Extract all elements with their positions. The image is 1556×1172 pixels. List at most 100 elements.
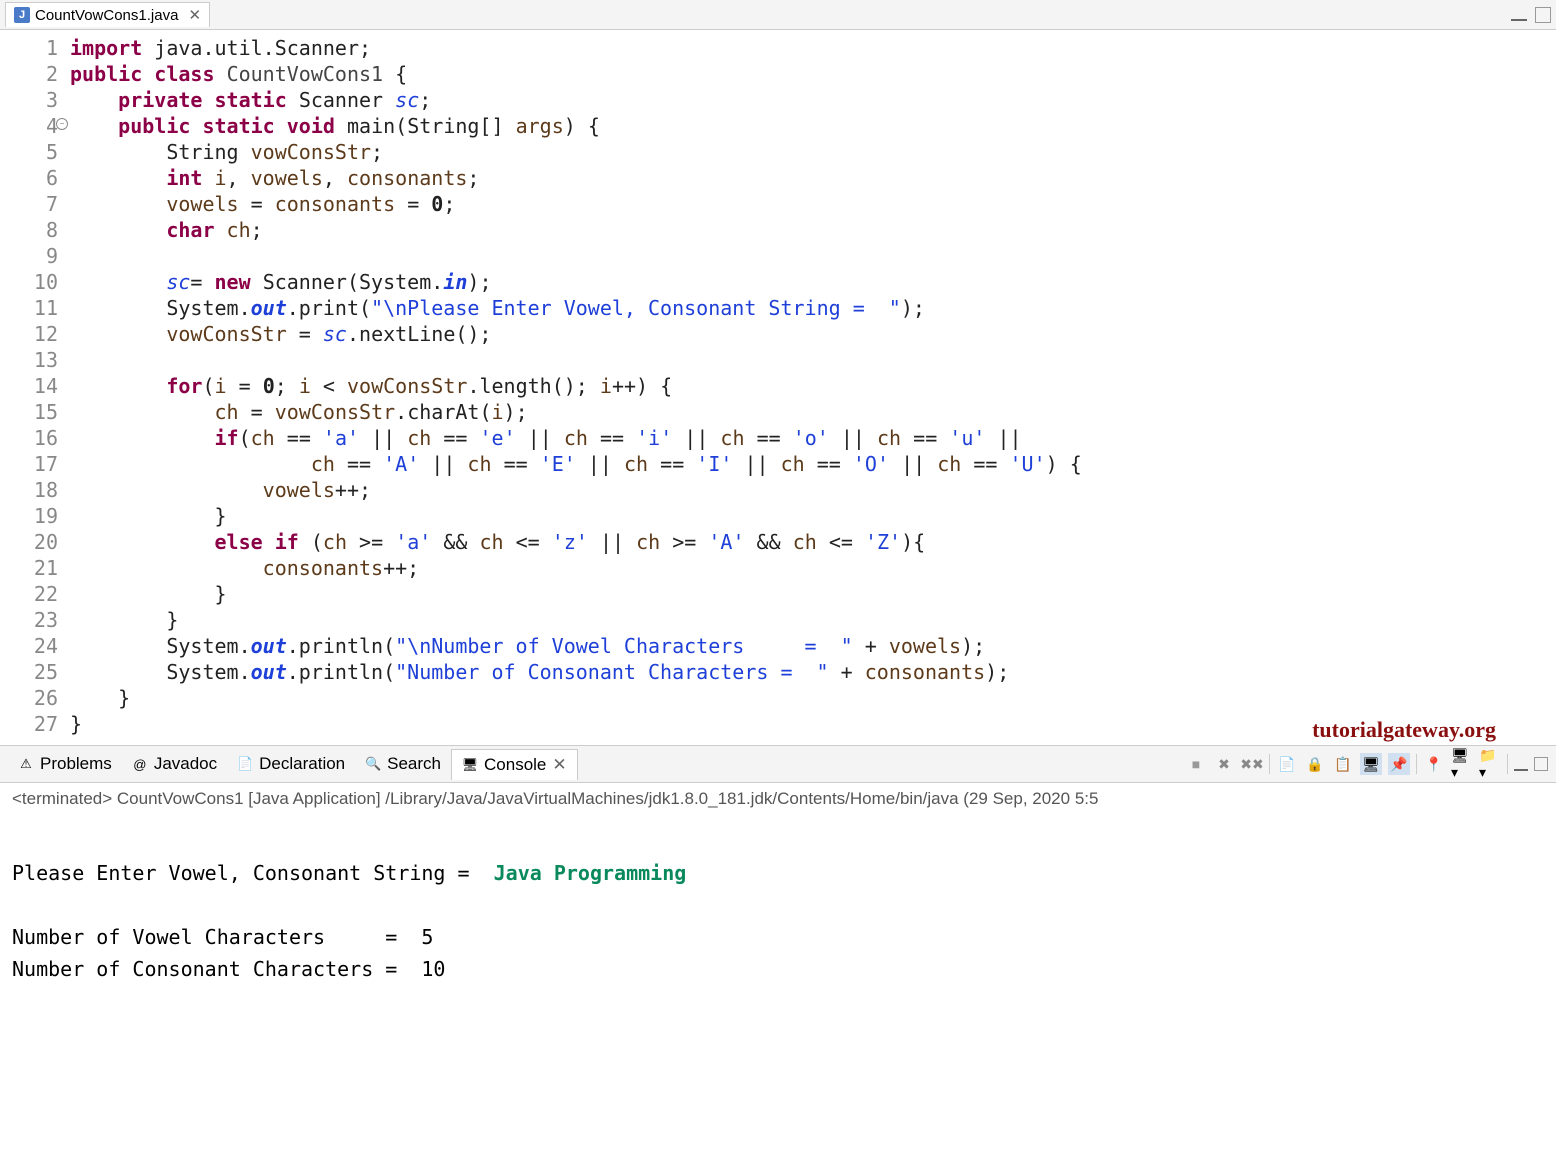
code-line[interactable]: vowels++; [70, 477, 1556, 503]
display-selected-icon[interactable]: 🖥 [1360, 753, 1382, 775]
code-line[interactable]: int i, vowels, consonants; [70, 165, 1556, 191]
line-number: 20 [0, 529, 58, 555]
line-number: 26 [0, 685, 58, 711]
line-number-gutter: 1234−56789101112131415161718192021222324… [0, 30, 70, 745]
line-number: 22 [0, 581, 58, 607]
code-line[interactable]: else if (ch >= 'a' && ch <= 'z' || ch >=… [70, 529, 1556, 555]
line-number: 7 [0, 191, 58, 217]
editor-tab[interactable]: J CountVowCons1.java ✕ [5, 2, 210, 27]
code-line[interactable]: System.out.println("Number of Consonant … [70, 659, 1556, 685]
code-line[interactable]: for(i = 0; i < vowConsStr.length(); i++)… [70, 373, 1556, 399]
editor-area: 1234−56789101112131415161718192021222324… [0, 30, 1556, 745]
clear-console-icon[interactable]: 📄 [1276, 753, 1298, 775]
code-line[interactable]: public class CountVowCons1 { [70, 61, 1556, 87]
line-number: 27 [0, 711, 58, 737]
line-number: 25 [0, 659, 58, 685]
code-line[interactable]: ch = vowConsStr.charAt(i); [70, 399, 1556, 425]
code-line[interactable]: public static void main(String[] args) { [70, 113, 1556, 139]
line-number: 12 [0, 321, 58, 347]
line-number: 15 [0, 399, 58, 425]
view-tab-label: Console [484, 755, 546, 775]
line-number: 9 [0, 243, 58, 269]
line-number: 14 [0, 373, 58, 399]
window-controls [1511, 7, 1551, 23]
code-line[interactable]: vowels = consonants = 0; [70, 191, 1556, 217]
pin-icon[interactable]: 📍 [1423, 753, 1445, 775]
view-tab-declaration[interactable]: 📄 Declaration [227, 749, 355, 779]
console-toolbar: ■ ✖ ✖✖ 📄 🔒 📋 🖥 📌 📍 🖥▾ 📁▾ [1185, 753, 1548, 775]
pin-console-icon[interactable]: 📌 [1388, 753, 1410, 775]
new-console-icon[interactable]: 📁▾ [1479, 753, 1501, 775]
view-tabs-bar: ⚠ Problems @ Javadoc 📄 Declaration 🔍 Search 🖥 Con… [0, 745, 1556, 783]
line-number: 11 [0, 295, 58, 321]
console-output[interactable]: Please Enter Vowel, Consonant String = J… [0, 815, 1556, 995]
scroll-lock-icon[interactable]: 🔒 [1304, 753, 1326, 775]
code-line[interactable]: ch == 'A' || ch == 'E' || ch == 'I' || c… [70, 451, 1556, 477]
code-line[interactable]: String vowConsStr; [70, 139, 1556, 165]
line-number: 21 [0, 555, 58, 581]
code-line[interactable]: } [70, 581, 1556, 607]
console-output-line: Number of Vowel Characters = 5 [12, 925, 433, 949]
code-line[interactable]: System.out.println("\nNumber of Vowel Ch… [70, 633, 1556, 659]
line-number: 19 [0, 503, 58, 529]
minimize-view-icon[interactable] [1514, 763, 1528, 771]
line-number: 18 [0, 477, 58, 503]
code-line[interactable]: sc= new Scanner(System.in); [70, 269, 1556, 295]
view-tab-problems[interactable]: ⚠ Problems [8, 749, 122, 779]
view-tab-label: Declaration [259, 754, 345, 774]
code-line[interactable]: System.out.print("\nPlease Enter Vowel, … [70, 295, 1556, 321]
line-number: 24 [0, 633, 58, 659]
view-tab-search[interactable]: 🔍 Search [355, 749, 451, 779]
view-tab-label: Javadoc [154, 754, 217, 774]
console-user-input: Java Programming [494, 861, 687, 885]
show-console-icon[interactable]: 📋 [1332, 753, 1354, 775]
console-prompt: Please Enter Vowel, Consonant String = [12, 861, 494, 885]
line-number: 23 [0, 607, 58, 633]
line-number: 2 [0, 61, 58, 87]
line-number: 13 [0, 347, 58, 373]
tab-filename: CountVowCons1.java [35, 7, 178, 24]
line-number: 8 [0, 217, 58, 243]
line-number: 10 [0, 269, 58, 295]
editor-tab-bar: J CountVowCons1.java ✕ [0, 0, 1556, 30]
remove-all-icon[interactable]: ✖✖ [1241, 753, 1263, 775]
declaration-icon: 📄 [237, 756, 253, 772]
remove-launch-icon[interactable]: ✖ [1213, 753, 1235, 775]
view-tab-console[interactable]: 🖥 Console ✕ [451, 749, 578, 780]
line-number: 17 [0, 451, 58, 477]
minimize-icon[interactable] [1511, 13, 1527, 21]
search-icon: 🔍 [365, 756, 381, 772]
open-console-icon[interactable]: 🖥▾ [1451, 753, 1473, 775]
line-number: 1 [0, 35, 58, 61]
code-line[interactable] [70, 347, 1556, 373]
java-file-icon: J [14, 7, 30, 23]
code-line[interactable] [70, 243, 1556, 269]
watermark-text: tutorialgateway.org [1312, 717, 1496, 743]
code-line[interactable]: } [70, 607, 1556, 633]
code-line[interactable]: vowConsStr = sc.nextLine(); [70, 321, 1556, 347]
view-tab-javadoc[interactable]: @ Javadoc [122, 749, 227, 779]
console-status-line: <terminated> CountVowCons1 [Java Applica… [0, 783, 1556, 815]
stop-icon[interactable]: ■ [1185, 753, 1207, 775]
view-tab-label: Search [387, 754, 441, 774]
code-line[interactable]: import java.util.Scanner; [70, 35, 1556, 61]
code-line[interactable]: } [70, 503, 1556, 529]
maximize-view-icon[interactable] [1534, 757, 1548, 771]
code-editor[interactable]: import java.util.Scanner;public class Co… [70, 30, 1556, 745]
code-line[interactable]: char ch; [70, 217, 1556, 243]
console-icon: 🖥 [462, 757, 478, 773]
console-output-line: Number of Consonant Characters = 10 [12, 957, 445, 981]
close-view-icon[interactable]: ✕ [552, 755, 566, 775]
maximize-icon[interactable] [1535, 7, 1551, 23]
close-tab-icon[interactable]: ✕ [188, 6, 201, 24]
line-number: 4− [0, 113, 58, 139]
problems-icon: ⚠ [18, 756, 34, 772]
code-line[interactable]: consonants++; [70, 555, 1556, 581]
view-tab-label: Problems [40, 754, 112, 774]
javadoc-icon: @ [132, 756, 148, 772]
line-number: 6 [0, 165, 58, 191]
code-line[interactable]: private static Scanner sc; [70, 87, 1556, 113]
code-line[interactable]: } [70, 685, 1556, 711]
fold-marker-icon[interactable]: − [56, 118, 68, 130]
code-line[interactable]: if(ch == 'a' || ch == 'e' || ch == 'i' |… [70, 425, 1556, 451]
